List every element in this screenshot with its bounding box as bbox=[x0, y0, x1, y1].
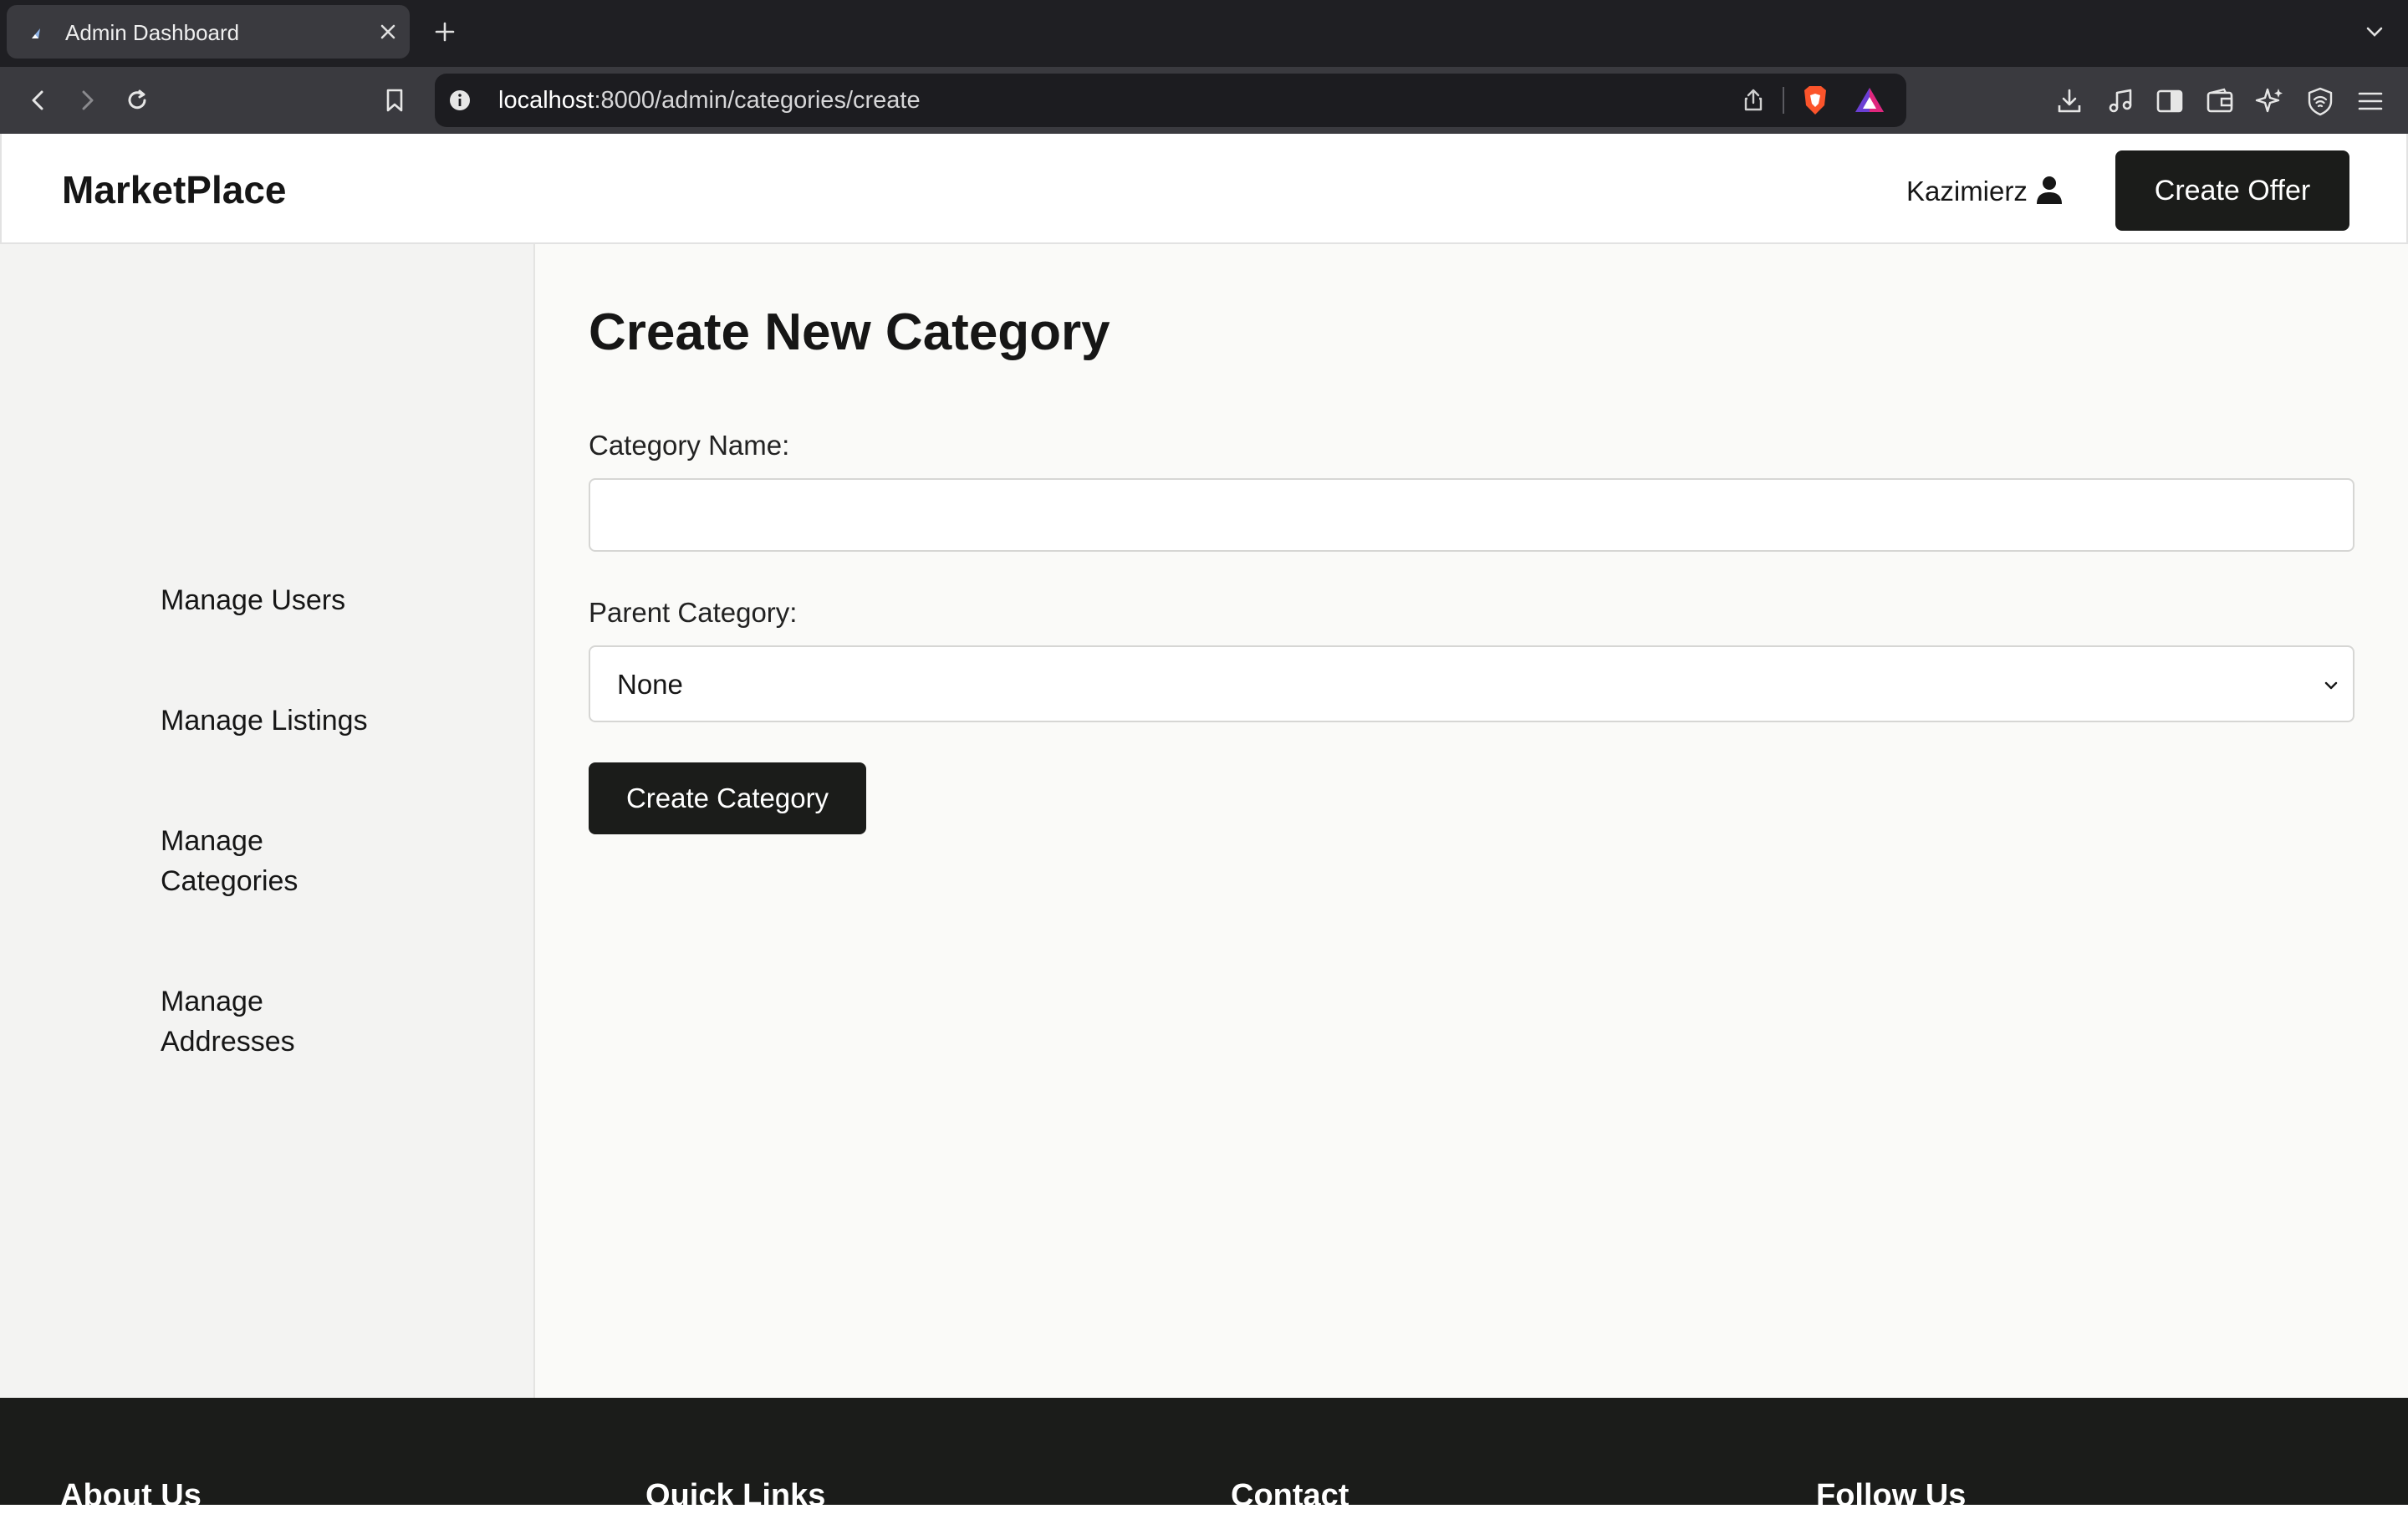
url-host: localhost bbox=[498, 87, 594, 114]
chevron-down-icon bbox=[2324, 681, 2338, 690]
bookmark-icon[interactable] bbox=[380, 85, 410, 115]
url-text: localhost:8000/admin/categories/create bbox=[498, 87, 921, 115]
site-favicon-icon bbox=[32, 28, 40, 38]
vpn-icon[interactable] bbox=[2304, 85, 2336, 117]
site-info-icon[interactable] bbox=[448, 89, 472, 112]
parent-category-label: Parent Category: bbox=[589, 597, 798, 628]
create-category-button[interactable]: Create Category bbox=[589, 762, 866, 834]
divider bbox=[1783, 87, 1784, 114]
category-name-label: Category Name: bbox=[589, 430, 790, 461]
download-icon[interactable] bbox=[2053, 85, 2085, 117]
footer-heading-quick-links: Quick Links bbox=[645, 1478, 826, 1513]
sidebar-item-manage-users[interactable]: Manage Users bbox=[161, 580, 411, 620]
brave-rewards-icon[interactable] bbox=[1853, 84, 1886, 117]
share-icon[interactable] bbox=[1741, 87, 1766, 112]
chevron-down-icon[interactable] bbox=[2363, 20, 2386, 43]
address-bar[interactable]: localhost:8000/admin/categories/create bbox=[435, 74, 1906, 127]
media-icon[interactable] bbox=[2105, 85, 2137, 117]
site-header: MarketPlace Kazimierz Create Offer bbox=[0, 134, 2408, 244]
site-footer: About Us Quick Links Contact Follow Us bbox=[0, 1398, 2408, 1513]
reload-icon[interactable] bbox=[122, 85, 152, 115]
sidebar-item-manage-categories[interactable]: Manage Categories bbox=[161, 821, 328, 901]
wallet-icon[interactable] bbox=[2204, 85, 2236, 117]
browser-toolbar: localhost:8000/admin/categories/create bbox=[0, 67, 2408, 134]
footer-heading-contact: Contact bbox=[1231, 1478, 1349, 1513]
category-name-input[interactable] bbox=[589, 478, 2354, 552]
browser-tab-bar: Admin Dashboard bbox=[0, 0, 2408, 67]
parent-category-select[interactable]: None bbox=[589, 645, 2354, 722]
user-menu-name[interactable]: Kazimierz bbox=[1906, 176, 2028, 207]
new-tab-icon[interactable] bbox=[431, 18, 458, 45]
user-icon[interactable] bbox=[2035, 174, 2064, 206]
sidebar-item-manage-listings[interactable]: Manage Listings bbox=[161, 701, 411, 741]
main-content: Create New Category Category Name: Paren… bbox=[535, 244, 2408, 1398]
footer-heading-follow: Follow Us bbox=[1816, 1478, 1967, 1513]
close-tab-icon[interactable] bbox=[375, 18, 401, 45]
footer-heading-about: About Us bbox=[60, 1478, 202, 1513]
back-icon[interactable] bbox=[23, 85, 54, 115]
brand-logo[interactable]: MarketPlace bbox=[62, 167, 287, 212]
page-title: Create New Category bbox=[589, 303, 1110, 361]
forward-icon[interactable] bbox=[72, 85, 102, 115]
sidebar-item-manage-addresses[interactable]: Manage Addresses bbox=[161, 981, 328, 1062]
sidebar-icon[interactable] bbox=[2154, 85, 2186, 117]
browser-tab[interactable]: Admin Dashboard bbox=[7, 5, 410, 59]
create-offer-button[interactable]: Create Offer bbox=[2115, 150, 2349, 231]
parent-category-selected: None bbox=[617, 669, 683, 700]
menu-icon[interactable] bbox=[2354, 85, 2386, 117]
admin-sidebar: Manage Users Manage Listings Manage Cate… bbox=[0, 244, 535, 1398]
leo-ai-icon[interactable] bbox=[2254, 85, 2286, 117]
brave-shields-icon[interactable] bbox=[1799, 84, 1831, 117]
url-path: :8000/admin/categories/create bbox=[594, 87, 921, 114]
tab-title: Admin Dashboard bbox=[65, 20, 240, 45]
